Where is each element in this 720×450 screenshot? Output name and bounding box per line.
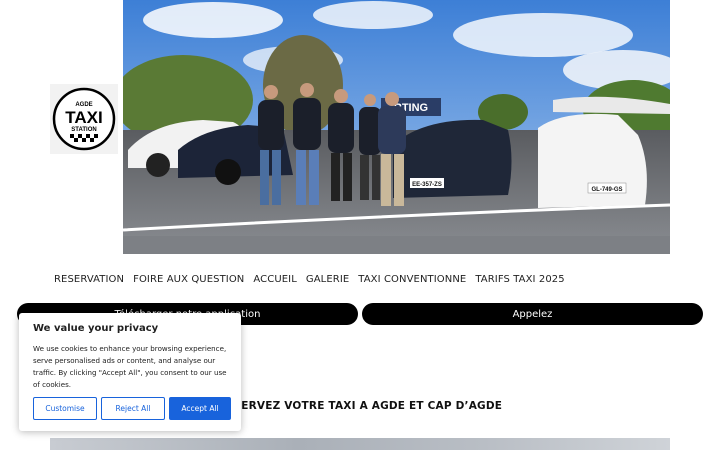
nav-item-tarifs[interactable]: TARIFS TAXI 2025 [475, 274, 564, 285]
taxi-logo-icon: AGDE TAXI STATION [52, 87, 116, 151]
hero-photo: RTING EE-357-ZS GL-749-GS [123, 0, 670, 254]
main-nav: RESERVATION FOIRE AUX QUESTION ACCUEIL G… [54, 274, 565, 285]
nav-item-faq[interactable]: FOIRE AUX QUESTION [133, 274, 244, 285]
cookie-accept-button[interactable]: Accept All [169, 397, 231, 420]
call-button[interactable]: Appelez [362, 303, 703, 325]
content-image [50, 438, 670, 450]
logo-text-station: STATION [71, 127, 96, 133]
cookie-reject-button[interactable]: Reject All [101, 397, 165, 420]
nav-item-accueil[interactable]: ACCUEIL [253, 274, 297, 285]
hero-plate-left: EE-357-ZS [412, 182, 442, 188]
page: AGDE TAXI STATION RTING EE-357-ZS GL-749… [0, 0, 720, 450]
cookie-button-group: Customise Reject All Accept All [33, 397, 231, 420]
site-logo[interactable]: AGDE TAXI STATION [50, 84, 118, 154]
nav-item-galerie[interactable]: GALERIE [306, 274, 349, 285]
cookie-title: We value your privacy [33, 323, 159, 334]
logo-text-taxi: TAXI [65, 108, 102, 127]
hero-plate-right: GL-749-GS [591, 187, 622, 193]
cookie-banner: We value your privacy We use cookies to … [19, 313, 241, 431]
cookie-description: We use cookies to enhance your browsing … [33, 344, 227, 389]
nav-item-taxi-conventionne[interactable]: TAXI CONVENTIONNE [358, 274, 466, 285]
cookie-customise-button[interactable]: Customise [33, 397, 97, 420]
nav-item-reservation[interactable]: RESERVATION [54, 274, 124, 285]
